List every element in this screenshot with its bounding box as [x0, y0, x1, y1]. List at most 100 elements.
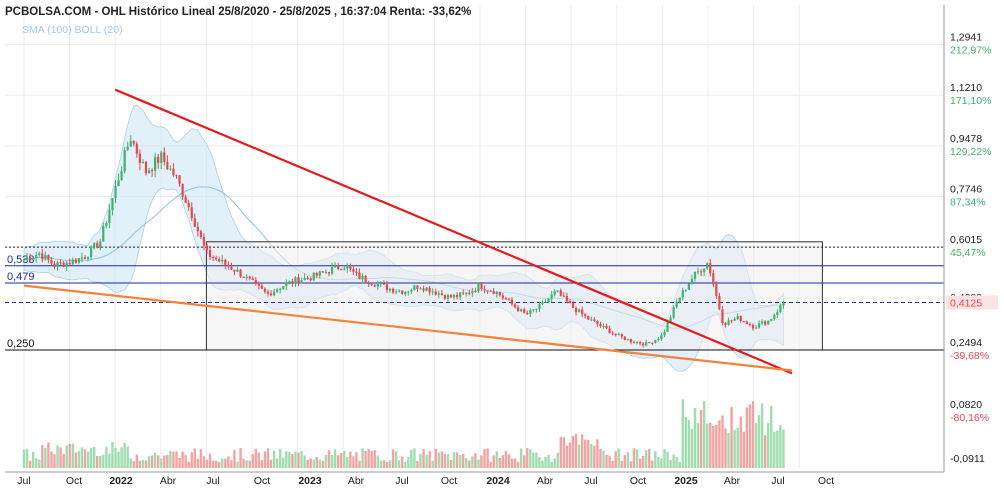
volume-bar	[623, 454, 627, 468]
candle-body	[574, 307, 578, 313]
volume-bar	[227, 456, 230, 468]
volume-bar	[208, 453, 212, 468]
volume-bar	[547, 454, 550, 468]
candle-body	[358, 272, 361, 280]
volume-bar	[211, 460, 215, 468]
candle-body	[590, 319, 593, 321]
volume-bar	[47, 442, 50, 468]
volume-bar	[593, 445, 596, 468]
volume-bar	[190, 452, 193, 468]
volume-bar	[428, 451, 431, 468]
volume-bar	[510, 458, 514, 468]
candle-body	[452, 294, 456, 298]
volume-bar	[587, 440, 590, 468]
volume-bar	[62, 454, 65, 468]
volume-bar	[715, 424, 718, 468]
volume-bar	[431, 460, 434, 468]
volume-bar	[620, 461, 623, 468]
candle-body	[663, 331, 666, 336]
volume-bar	[199, 449, 203, 468]
candle-body	[413, 285, 416, 291]
candle-body	[611, 333, 614, 335]
volume-bar	[739, 416, 742, 468]
candle-body	[767, 320, 770, 325]
candle-body	[529, 309, 532, 314]
candle-body	[178, 175, 181, 184]
volume-bar	[742, 431, 745, 468]
candle-body	[419, 288, 422, 290]
volume-bar	[218, 461, 221, 468]
volume-bar	[675, 456, 678, 468]
candle-body	[526, 312, 529, 314]
candle-body	[678, 297, 681, 302]
candle-body	[693, 271, 697, 279]
candle-body	[657, 339, 660, 341]
volume-bar	[443, 453, 447, 468]
volume-bar	[288, 452, 291, 468]
candle-body	[129, 141, 132, 147]
volume-bar	[404, 461, 407, 468]
candle-body	[690, 278, 694, 284]
volume-bar	[568, 442, 572, 468]
candle-body	[102, 225, 105, 242]
candle-body	[666, 322, 669, 332]
candle-body	[50, 259, 53, 264]
volume-bar	[38, 459, 41, 468]
candle-body	[355, 271, 358, 273]
candle-body	[739, 315, 742, 322]
candle-body	[190, 207, 193, 219]
volume-bar	[272, 450, 276, 468]
volume-bar	[394, 451, 398, 468]
volume-bar	[553, 458, 556, 468]
candle-body	[565, 296, 568, 302]
candle-body	[602, 325, 605, 327]
candle-body	[629, 338, 633, 343]
candle-body	[120, 171, 123, 181]
volume-bar	[349, 451, 352, 468]
volume-bar	[141, 459, 145, 468]
volume-bar	[504, 451, 508, 468]
candle-body	[388, 288, 392, 291]
volume-bar	[346, 457, 349, 468]
candle-body	[700, 271, 703, 273]
candle-body	[660, 335, 663, 340]
volume-bar	[629, 461, 633, 468]
candle-body	[437, 293, 440, 295]
volume-bar	[92, 446, 96, 468]
volume-bar	[160, 458, 163, 468]
volume-bar	[135, 454, 139, 468]
volume-bar	[108, 453, 111, 468]
candle-body	[90, 246, 93, 258]
volume-bar	[138, 460, 142, 468]
x-tick-label: Abr	[537, 475, 554, 487]
candle-body	[74, 259, 77, 263]
candle-body	[163, 152, 166, 163]
candle-body	[257, 282, 260, 286]
candle-body	[721, 309, 724, 324]
volume-bar	[678, 461, 681, 468]
candle-body	[349, 266, 352, 270]
candle-body	[166, 162, 169, 170]
candle-body	[559, 290, 562, 296]
candle-body	[724, 323, 727, 325]
candle-body	[648, 342, 651, 344]
last-price-label: 0,4125	[950, 297, 982, 309]
candle-body	[428, 287, 431, 293]
candle-body	[757, 323, 761, 328]
candle-body	[504, 298, 507, 300]
x-tick-label: Oct	[254, 475, 270, 487]
volume-bar	[523, 455, 526, 468]
volume-bar	[56, 445, 59, 468]
candle-body	[151, 170, 154, 172]
y-tick-label: 1,2941	[950, 32, 982, 44]
candle-body	[273, 291, 276, 296]
candle-body	[239, 269, 242, 277]
candle-body	[172, 168, 175, 176]
volume-bar	[608, 455, 611, 468]
volume-bar	[379, 460, 383, 468]
volume-bar	[114, 448, 117, 468]
candle-body	[632, 342, 636, 344]
candle-body	[138, 153, 141, 163]
candle-body	[617, 333, 620, 335]
volume-bar	[458, 454, 462, 468]
